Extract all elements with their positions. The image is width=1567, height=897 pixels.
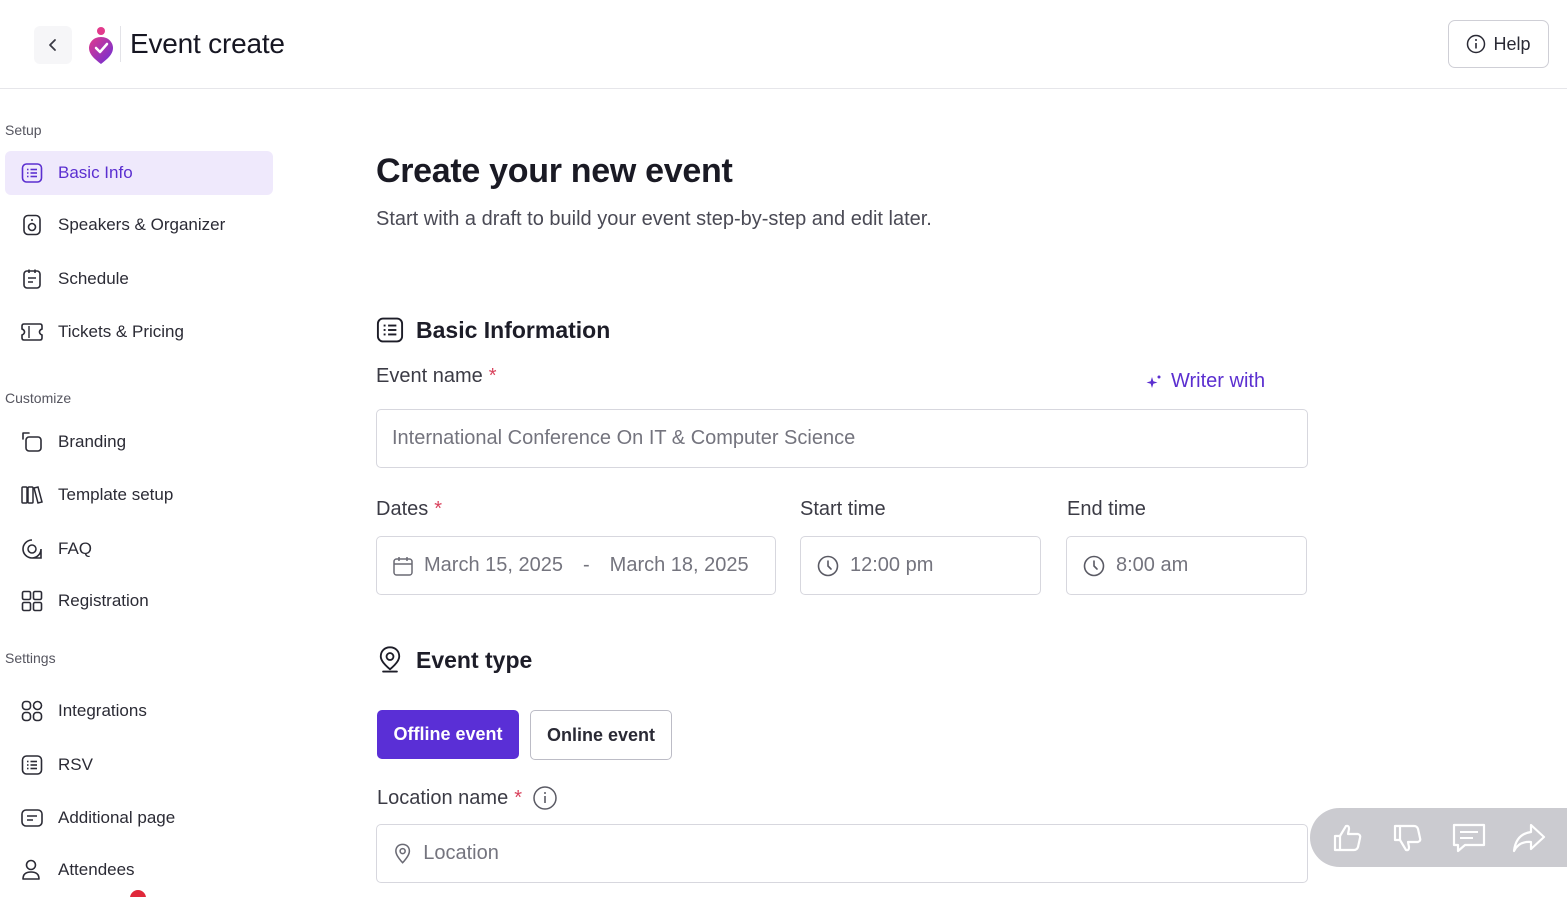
writer-with-button[interactable]: Writer with — [1145, 370, 1265, 393]
back-button[interactable] — [34, 26, 72, 64]
location-input[interactable] — [423, 842, 1307, 865]
share-button[interactable] — [1507, 816, 1551, 860]
info-icon[interactable] — [532, 785, 558, 811]
thumbs-up-button[interactable] — [1326, 816, 1370, 860]
branding-icon — [20, 430, 44, 454]
rsv-icon — [20, 753, 44, 777]
event-name-label-text: Event name — [376, 365, 483, 387]
list-icon — [376, 317, 404, 343]
sidebar-item-additional-page[interactable]: Additional page — [5, 796, 273, 840]
sidebar-item-attendees[interactable]: Attendees — [5, 848, 273, 892]
integrations-icon — [20, 699, 44, 723]
start-time-label: Start time — [800, 498, 886, 520]
required-mark: * — [514, 786, 522, 809]
section-label-settings: Settings — [5, 650, 56, 666]
location-pin-icon — [395, 843, 411, 864]
event-name-field[interactable] — [376, 409, 1308, 468]
page-title: Event create — [130, 28, 285, 59]
event-name-label: Event name * — [376, 365, 497, 388]
registration-icon — [20, 589, 44, 613]
start-time-picker[interactable]: 12:00 pm — [800, 536, 1041, 595]
sidebar-item-label: Template setup — [58, 485, 174, 504]
sidebar-item-label: Branding — [58, 432, 127, 451]
sidebar-item-integrations[interactable]: Integrations — [5, 689, 273, 733]
online-event-button[interactable]: Online event — [530, 710, 672, 760]
offline-event-button[interactable]: Offline event — [377, 710, 519, 759]
sidebar-item-faq[interactable]: FAQ — [5, 527, 273, 571]
sidebar-item-label: Integrations — [58, 701, 147, 720]
help-label: Help — [1493, 33, 1531, 54]
reaction-overlay — [1310, 808, 1567, 867]
template-icon — [20, 483, 44, 507]
help-button[interactable]: Help — [1448, 20, 1549, 68]
schedule-icon — [20, 267, 44, 291]
event-name-input[interactable] — [392, 427, 1307, 450]
sidebar-item-tickets[interactable]: Tickets & Pricing — [5, 310, 273, 354]
location-pin-icon — [379, 646, 401, 673]
main-title: Create your new event — [376, 152, 733, 190]
start-time-value: 12:00 pm — [850, 554, 934, 576]
sidebar: Setup Basic Info Speakers & Organizer Sc… — [0, 90, 290, 897]
date-separator: - — [582, 554, 590, 576]
location-name-label-text: Location name — [377, 786, 509, 809]
thumbs-down-icon — [1394, 824, 1422, 851]
sidebar-item-rsv[interactable]: RSV — [5, 743, 273, 787]
clock-icon — [1083, 555, 1105, 576]
sidebar-item-branding[interactable]: Branding — [5, 420, 273, 464]
end-time-picker[interactable]: 8:00 am — [1066, 536, 1307, 595]
end-date-value: March 18, 2025 — [609, 554, 749, 576]
thumbs-down-button[interactable] — [1386, 816, 1430, 860]
required-mark: * — [488, 365, 497, 387]
location-name-label: Location name * — [377, 785, 558, 811]
sidebar-item-speakers[interactable]: Speakers & Organizer — [5, 203, 273, 247]
logo-divider — [120, 26, 121, 62]
sidebar-item-label: Speakers & Organizer — [58, 215, 226, 234]
event-type-heading: Event type — [376, 645, 532, 675]
writer-with-label: Writer with — [1171, 370, 1266, 392]
sidebar-item-label: FAQ — [58, 539, 93, 558]
sidebar-item-schedule[interactable]: Schedule — [5, 257, 273, 301]
comment-button[interactable] — [1447, 816, 1491, 860]
sidebar-item-template[interactable]: Template setup — [5, 473, 273, 517]
attendees-icon — [20, 858, 44, 882]
basic-info-heading-label: Basic Information — [416, 316, 611, 343]
sidebar-item-label: Basic Info — [58, 163, 133, 182]
sidebar-item-label: Registration — [58, 591, 149, 610]
main-subtitle: Start with a draft to build your event s… — [376, 208, 932, 230]
sidebar-item-label: Tickets & Pricing — [58, 322, 184, 341]
sidebar-item-label: Additional page — [58, 808, 176, 827]
thumbs-up-icon — [1334, 824, 1362, 851]
section-label-setup: Setup — [5, 122, 42, 138]
app-logo — [86, 25, 116, 65]
calendar-icon — [393, 556, 413, 576]
share-icon — [1512, 823, 1545, 852]
page-icon — [20, 806, 44, 830]
ticket-icon — [20, 320, 44, 344]
location-field[interactable] — [376, 824, 1308, 883]
comment-icon — [1452, 823, 1485, 852]
top-header: Event create Help — [0, 0, 1567, 89]
end-time-value: 8:00 am — [1116, 554, 1189, 576]
required-mark: * — [434, 498, 443, 520]
sidebar-item-label: Schedule — [58, 269, 129, 288]
list-icon — [20, 161, 44, 185]
chevron-left-icon — [49, 39, 56, 51]
sidebar-item-basic-info[interactable]: Basic Info — [5, 151, 273, 195]
clock-icon — [817, 555, 839, 576]
sidebar-item-label: RSV — [58, 755, 93, 774]
info-icon — [1467, 34, 1486, 54]
dates-label: Dates * — [376, 498, 442, 521]
end-time-label: End time — [1067, 498, 1146, 520]
sidebar-item-label: Attendees — [58, 860, 135, 879]
section-label-customize: Customize — [5, 390, 72, 406]
speaker-icon — [20, 213, 44, 237]
basic-info-heading: Basic Information — [376, 316, 610, 344]
event-type-heading-label: Event type — [416, 646, 533, 673]
date-range-picker[interactable]: March 15, 2025 - March 18, 2025 — [376, 536, 776, 595]
sparkle-icon — [1146, 375, 1161, 388]
faq-icon — [20, 537, 44, 561]
sidebar-item-registration[interactable]: Registration — [5, 579, 273, 623]
dates-label-text: Dates — [376, 498, 429, 520]
start-date-value: March 15, 2025 — [424, 554, 563, 576]
